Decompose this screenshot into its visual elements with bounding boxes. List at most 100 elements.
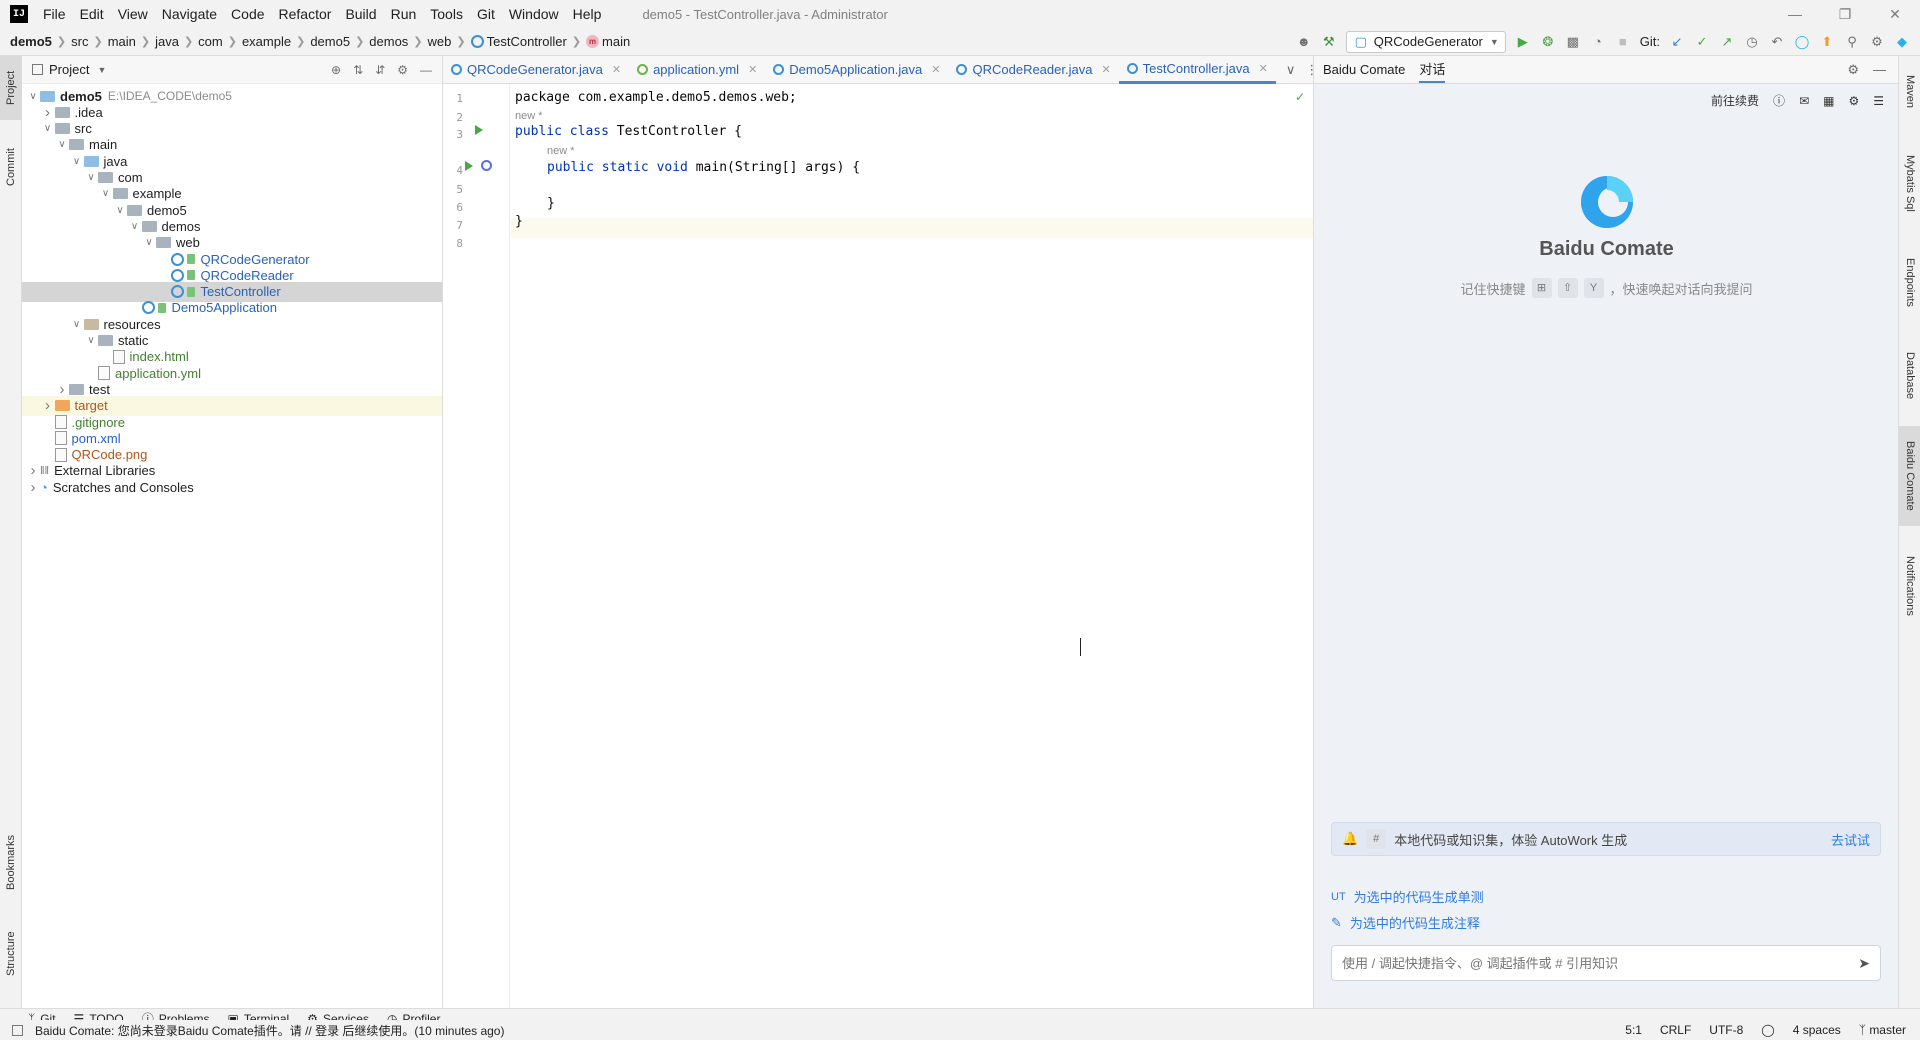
menu-help[interactable]: Help	[566, 0, 609, 28]
toggle-tool-windows-icon[interactable]	[12, 1024, 23, 1036]
editor-tab[interactable]: Demo5Application.java ✕	[765, 56, 948, 84]
intellij-logo-icon[interactable]: IJ	[10, 5, 28, 23]
run-main-icon[interactable]	[465, 161, 473, 171]
close-icon[interactable]: ✕	[1870, 0, 1920, 28]
jetbrains-logo-icon[interactable]: ◆	[1894, 34, 1910, 50]
code-line-1[interactable]: package com.example.demo5.demos.web;	[515, 90, 797, 105]
crumb-project[interactable]: demo5	[10, 34, 52, 49]
menu-code[interactable]: Code	[224, 0, 271, 28]
generate-unit-test-action[interactable]: UT 为选中的代码生成单测	[1331, 887, 1484, 906]
chevron-down-icon[interactable]: ∨	[26, 91, 40, 102]
profile-icon[interactable]: ◔	[1590, 34, 1606, 50]
line-separator[interactable]: CRLF	[1660, 1023, 1691, 1037]
run-class-icon[interactable]	[475, 125, 483, 135]
chevron-down-icon[interactable]: ∨	[142, 237, 156, 248]
run-icon[interactable]: ▶	[1515, 34, 1531, 50]
crumb-java[interactable]: java	[155, 34, 179, 49]
chevron-down-icon[interactable]: ∨	[128, 221, 142, 232]
code-line-6[interactable]: }	[547, 196, 555, 211]
menu-icon[interactable]: ☰	[1873, 94, 1884, 108]
crumb-web[interactable]: web	[428, 34, 452, 49]
locate-icon[interactable]: ⊕	[331, 63, 341, 77]
run-configuration-select[interactable]: ▢ QRCodeGenerator ▼	[1345, 30, 1506, 53]
chevron-down-icon[interactable]: ∨	[70, 319, 84, 330]
help-icon[interactable]: ⓘ	[1773, 92, 1785, 109]
tree-node[interactable]: › ◔ Scratches and Consoles	[22, 477, 442, 497]
git-update-icon[interactable]: ↙	[1669, 34, 1685, 50]
chevron-down-icon[interactable]: ∨	[41, 123, 55, 134]
history-icon[interactable]: ◷	[1744, 34, 1760, 50]
tab-baidu-comate[interactable]: Baidu Comate	[1323, 62, 1405, 77]
tool-tab-notifications[interactable]: Notifications	[1899, 536, 1920, 636]
tool-tab-maven[interactable]: Maven	[1899, 62, 1920, 122]
menu-navigate[interactable]: Navigate	[155, 0, 224, 28]
try-it-link[interactable]: 去试试	[1831, 830, 1870, 849]
code-line-3[interactable]: public class TestController {	[515, 124, 742, 139]
comate-toolbar-icon[interactable]: ◯	[1794, 34, 1810, 50]
show-hidden-tabs-icon[interactable]: ∨	[1276, 62, 1306, 78]
comate-status-icon[interactable]: ◯	[1761, 1023, 1774, 1037]
close-tab-icon[interactable]: ✕	[748, 63, 757, 76]
caret-position[interactable]: 5:1	[1625, 1023, 1642, 1037]
debug-icon[interactable]: ❂	[1540, 34, 1556, 50]
build-hammer-icon[interactable]: ⚒	[1321, 34, 1337, 50]
close-tab-icon[interactable]: ✕	[1101, 63, 1110, 76]
crumb-main[interactable]: main	[108, 34, 136, 49]
chevron-down-icon[interactable]: ∨	[113, 205, 127, 216]
crumb-demo5[interactable]: demo5	[310, 34, 350, 49]
menu-edit[interactable]: Edit	[73, 0, 111, 28]
tool-tab-structure[interactable]: Structure	[0, 914, 22, 994]
editor-tab[interactable]: application.yml ✕	[629, 56, 765, 84]
update-icon[interactable]: ⬆	[1819, 34, 1835, 50]
feedback-icon[interactable]: ✉	[1799, 94, 1809, 108]
gear-icon[interactable]: ⚙	[397, 63, 408, 77]
code-editor[interactable]: 1 2 3 4 5 6 7 8 package com.example.demo5.demos…	[443, 84, 1313, 1008]
crumb-demos[interactable]: demos	[369, 34, 408, 49]
comate-gutter-icon[interactable]	[481, 160, 492, 171]
git-push-icon[interactable]: ↗	[1719, 34, 1735, 50]
renew-link[interactable]: 前往续费	[1711, 92, 1759, 109]
file-encoding[interactable]: UTF-8	[1709, 1023, 1743, 1037]
tool-tab-bookmarks[interactable]: Bookmarks	[0, 820, 22, 904]
tool-tab-baidu-comate[interactable]: Baidu Comate	[1899, 426, 1920, 526]
collapse-all-icon[interactable]: ⇵	[375, 63, 385, 77]
menu-file[interactable]: File	[36, 0, 73, 28]
rollback-icon[interactable]: ↶	[1769, 34, 1785, 50]
generate-comment-action[interactable]: ✎ 为选中的代码生成注释	[1331, 913, 1480, 932]
editor-tab[interactable]: QRCodeGenerator.java ✕	[443, 56, 629, 84]
settings-icon[interactable]: ⚙	[1869, 34, 1885, 50]
crumb-testcontroller[interactable]: TestController	[487, 34, 567, 49]
indent-setting[interactable]: 4 spaces	[1793, 1023, 1841, 1037]
menu-tools[interactable]: Tools	[423, 0, 470, 28]
gear-icon[interactable]: ⚙	[1847, 62, 1859, 78]
editor-tab[interactable]: TestController.java ✕	[1118, 56, 1276, 84]
coverage-icon[interactable]: ▩	[1565, 34, 1581, 50]
chevron-down-icon[interactable]: ∨	[99, 188, 113, 199]
menu-window[interactable]: Window	[502, 0, 566, 28]
send-icon[interactable]: ➤	[1858, 955, 1870, 972]
git-branch[interactable]: ᛉ master	[1859, 1023, 1906, 1037]
hide-icon[interactable]: —	[420, 63, 432, 77]
crumb-com[interactable]: com	[198, 34, 223, 49]
restore-icon[interactable]: ❐	[1820, 0, 1870, 28]
search-icon[interactable]: ⚲	[1844, 34, 1860, 50]
menu-git[interactable]: Git	[470, 0, 502, 28]
menu-view[interactable]: View	[111, 0, 155, 28]
close-tab-icon[interactable]: ✕	[612, 63, 621, 76]
menu-build[interactable]: Build	[338, 0, 383, 28]
tool-tab-database[interactable]: Database	[1899, 336, 1920, 416]
menu-refactor[interactable]: Refactor	[272, 0, 339, 28]
tool-tab-endpoints[interactable]: Endpoints	[1899, 242, 1920, 322]
status-message[interactable]: Baidu Comate: 您尚未登录Baidu Comate插件。请 // 登…	[35, 1022, 504, 1039]
tool-tab-mybatis-sql[interactable]: Mybatis Sql	[1899, 138, 1920, 228]
expand-all-icon[interactable]: ⇅	[353, 63, 363, 77]
project-title[interactable]: Project	[49, 62, 89, 77]
tool-tab-project[interactable]: Project	[0, 56, 22, 120]
chevron-down-icon[interactable]: ∨	[70, 156, 84, 167]
crumb-src[interactable]: src	[71, 34, 88, 49]
tool-tab-commit[interactable]: Commit	[0, 130, 22, 204]
crumb-example[interactable]: example	[242, 34, 291, 49]
settings-icon[interactable]: ⚙	[1848, 94, 1859, 108]
tab-chat[interactable]: 对话	[1419, 56, 1446, 83]
chevron-down-icon[interactable]: ∨	[84, 172, 98, 183]
